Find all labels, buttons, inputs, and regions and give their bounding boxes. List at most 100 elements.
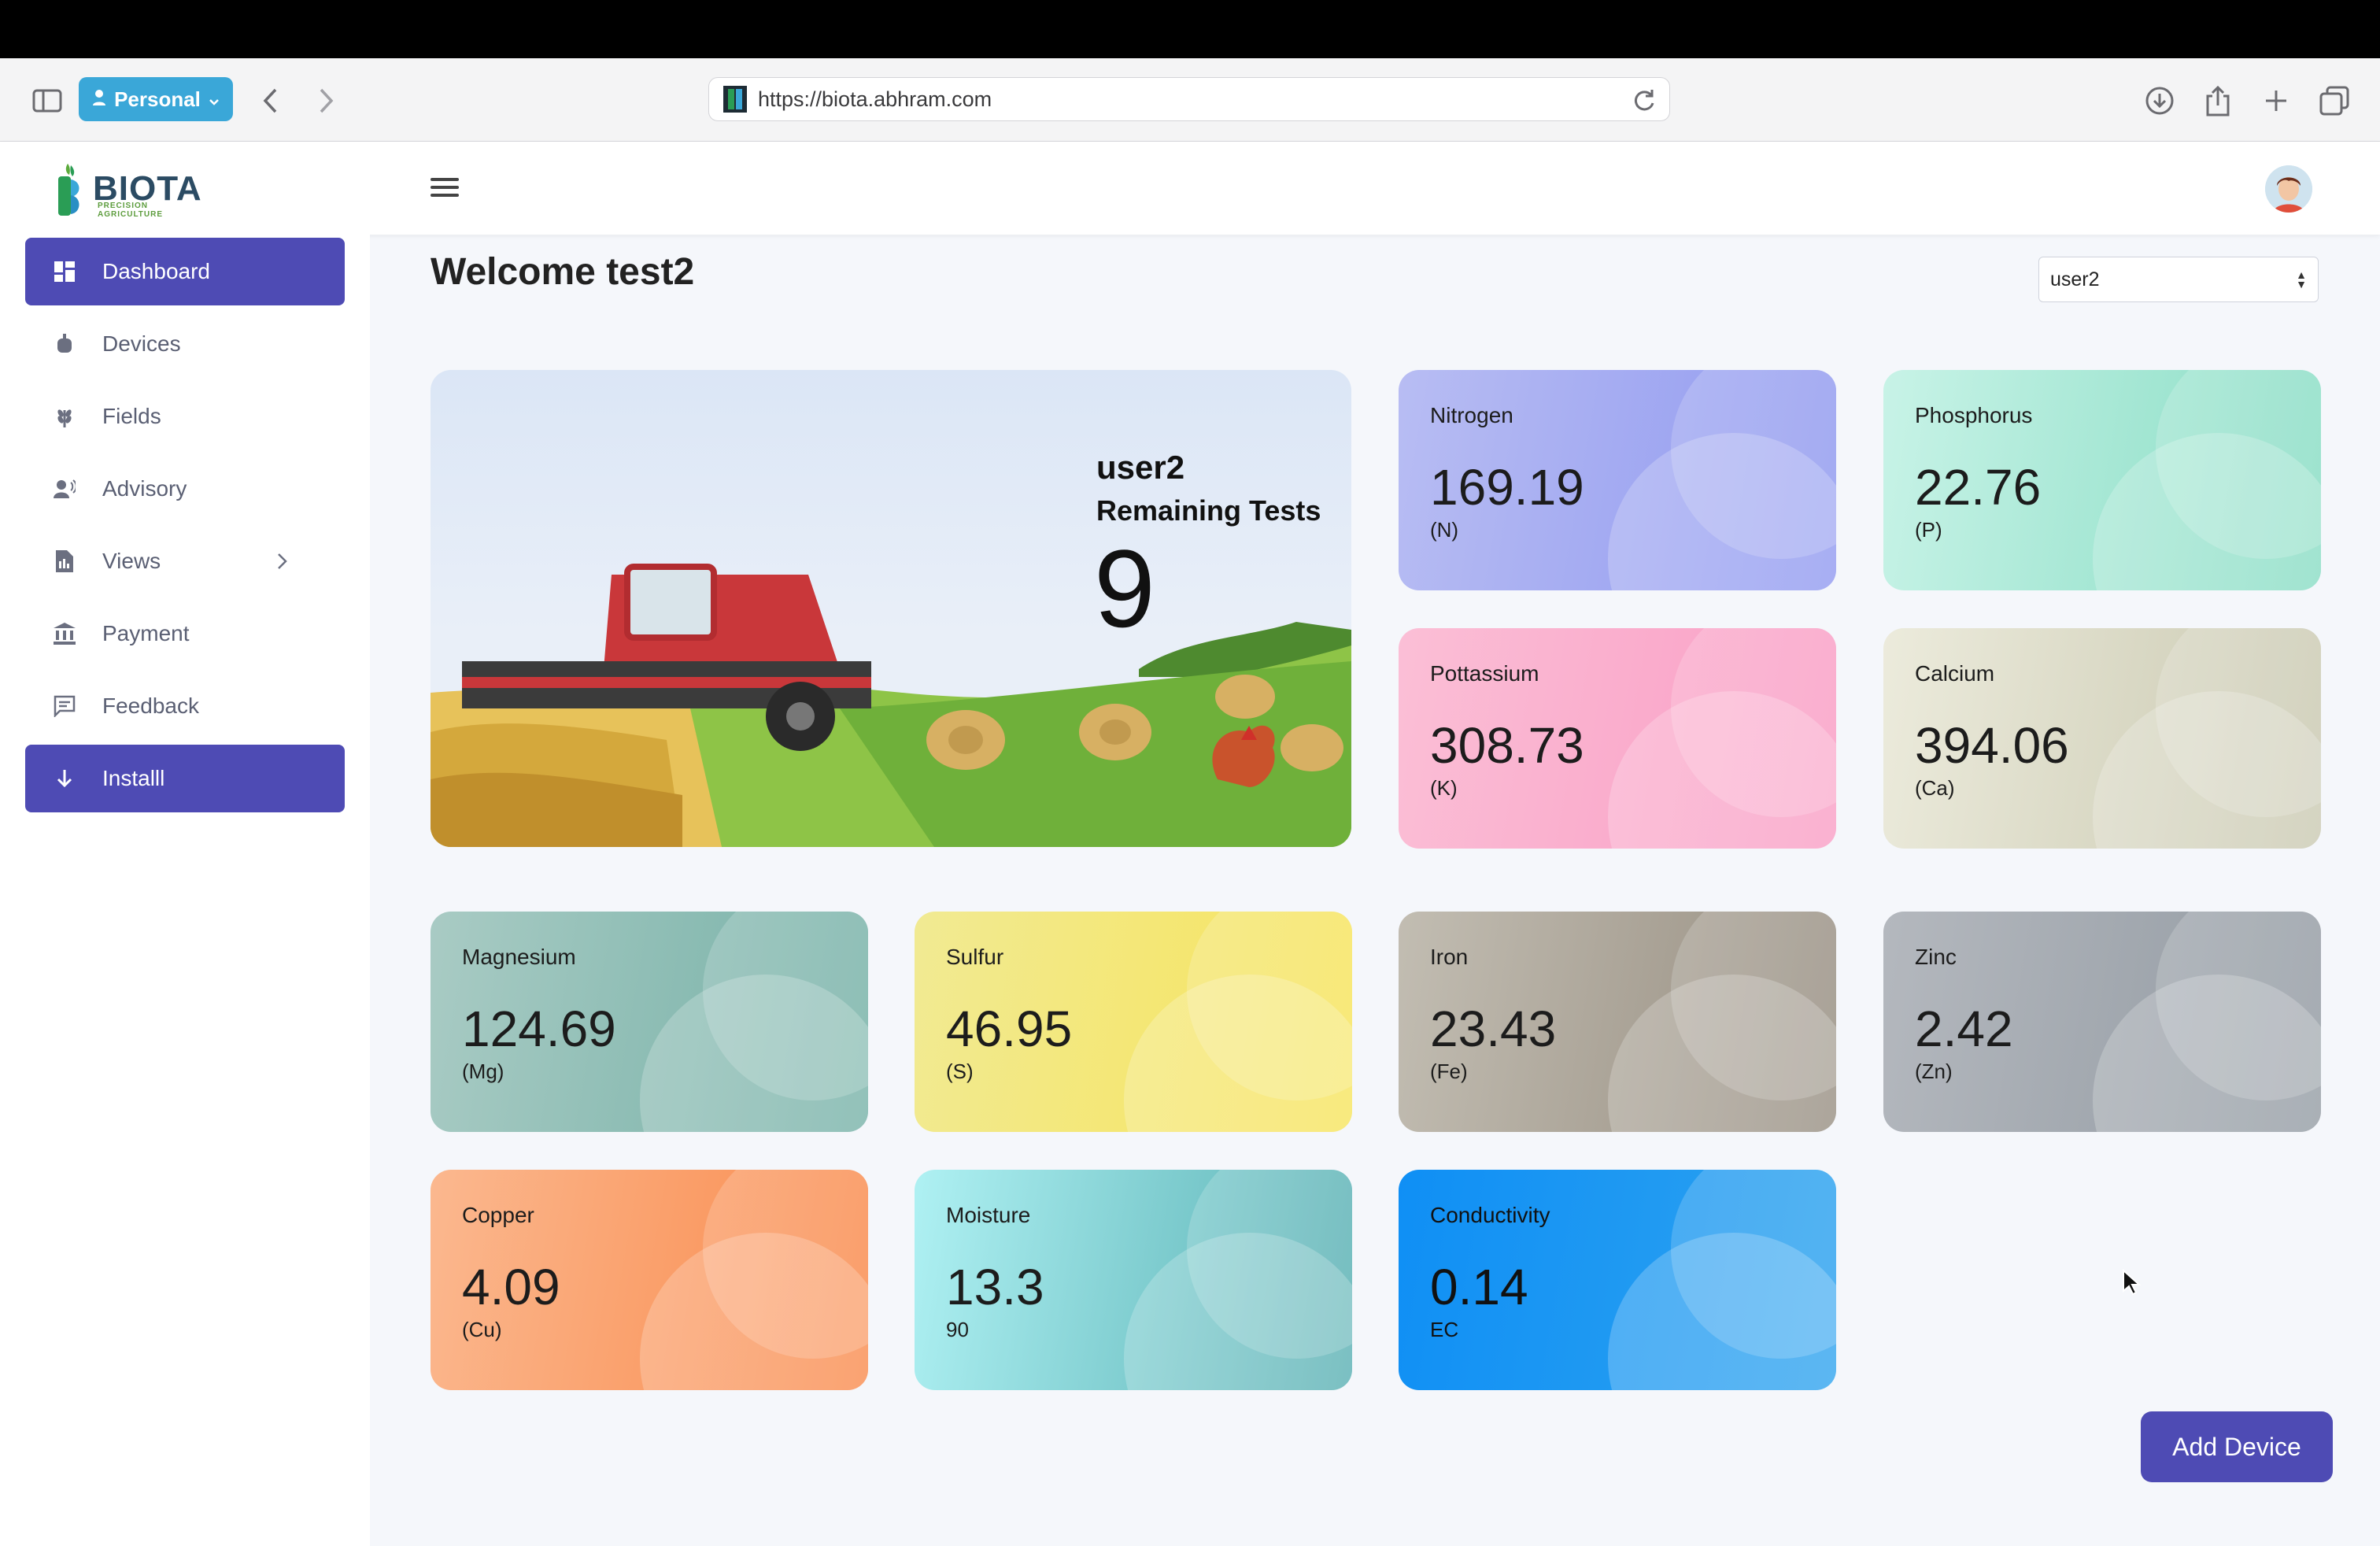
card-label: Copper — [462, 1203, 534, 1227]
profile-button[interactable]: Personal — [79, 77, 233, 121]
app-header: BIOTA PRECISION AGRICULTURE — [0, 142, 2380, 235]
sidebar-item-label: Fields — [102, 404, 161, 428]
card-unit: EC — [1430, 1318, 1459, 1341]
card-label: Pottassium — [1430, 661, 1539, 686]
biota-logo[interactable]: BIOTA PRECISION AGRICULTURE — [54, 161, 202, 219]
card-unit: 90 — [946, 1318, 969, 1341]
sidebar-toggle-icon[interactable] — [30, 83, 65, 118]
sidebar-item-dashboard[interactable]: Dashboard — [25, 238, 345, 305]
reload-icon[interactable] — [1630, 86, 1658, 114]
copper-card[interactable]: Copper 4.09 (Cu) — [431, 1170, 868, 1390]
remaining-tests-label: Remaining Tests — [1096, 494, 1321, 527]
card-value: 308.73 — [1430, 717, 1584, 774]
bank-icon — [54, 623, 76, 645]
sulfur-card[interactable]: Sulfur 46.95 (S) — [915, 912, 1352, 1132]
back-icon[interactable] — [253, 83, 288, 118]
potassium-card[interactable]: Pottassium 308.73 (K) — [1399, 628, 1836, 849]
card-label: Magnesium — [462, 945, 576, 969]
sidebar-item-fields[interactable]: Fields — [25, 383, 345, 450]
user-select[interactable]: user2 ▲ ▼ — [2038, 257, 2319, 302]
forward-icon[interactable] — [309, 83, 343, 118]
card-label: Nitrogen — [1430, 403, 1513, 427]
card-unit: (Mg) — [462, 1060, 504, 1083]
sidebar-item-advisory[interactable]: Advisory — [25, 455, 345, 523]
iron-card[interactable]: Iron 23.43 (Fe) — [1399, 912, 1836, 1132]
nitrogen-card[interactable]: Nitrogen 169.19 (N) — [1399, 370, 1836, 590]
sidebar-item-label: Dashboard — [102, 259, 210, 283]
add-device-button[interactable]: Add Device — [2141, 1411, 2333, 1482]
card-label: Conductivity — [1430, 1203, 1550, 1227]
card-unit: (N) — [1430, 518, 1459, 542]
advisory-icon — [54, 478, 76, 500]
system-menu-bar — [0, 0, 2380, 58]
card-unit: (Cu) — [462, 1318, 502, 1341]
user-avatar[interactable] — [2265, 165, 2312, 213]
page-title: Welcome test2 — [431, 251, 695, 293]
card-value: 169.19 — [1430, 459, 1584, 516]
card-unit: (S) — [946, 1060, 974, 1083]
feedback-icon — [54, 695, 76, 717]
card-label: Moisture — [946, 1203, 1031, 1227]
card-label: Phosphorus — [1915, 403, 2033, 427]
logo-subtitle: PRECISION AGRICULTURE — [98, 202, 164, 219]
card-value: 124.69 — [462, 1000, 616, 1057]
sidebar-item-label: Advisory — [102, 476, 187, 501]
sidebar-item-label: Views — [102, 549, 161, 573]
moisture-card[interactable]: Moisture 13.3 90 — [915, 1170, 1352, 1390]
site-favicon-icon — [723, 86, 747, 113]
sidebar-item-label: Installl — [102, 766, 165, 790]
card-value: 46.95 — [946, 1000, 1073, 1057]
views-icon — [54, 550, 76, 572]
chevron-down-icon — [209, 87, 220, 112]
card-unit: (K) — [1430, 776, 1458, 800]
wheat-icon — [54, 405, 76, 427]
leaf-icon — [58, 164, 79, 216]
card-value: 22.76 — [1915, 459, 2042, 516]
card-label: Calcium — [1915, 661, 1995, 686]
tab-overview-icon[interactable] — [2317, 83, 2352, 118]
hero-username: user2 — [1096, 449, 1185, 486]
card-value: 0.14 — [1430, 1259, 1528, 1315]
url-text: https://biota.abhram.com — [758, 87, 992, 111]
magnesium-card[interactable]: Magnesium 124.69 (Mg) — [431, 912, 868, 1132]
conductivity-card[interactable]: Conductivity 0.14 EC — [1399, 1170, 1836, 1390]
address-bar[interactable]: https://biota.abhram.com — [708, 77, 1670, 121]
card-value: 23.43 — [1430, 1000, 1557, 1057]
card-label: Sulfur — [946, 945, 1004, 969]
card-unit: (P) — [1915, 518, 1942, 542]
sidebar-item-views[interactable]: Views — [25, 527, 345, 595]
share-icon[interactable] — [2201, 83, 2235, 118]
device-icon — [54, 333, 76, 355]
card-unit: (Ca) — [1915, 776, 1955, 800]
sidebar-item-install[interactable]: Installl — [25, 745, 345, 812]
mouse-cursor-icon — [2122, 1268, 2142, 1300]
sidebar-item-feedback[interactable]: Feedback — [25, 672, 345, 740]
card-unit: (Fe) — [1430, 1060, 1468, 1083]
card-value: 2.42 — [1915, 1000, 2013, 1057]
arrow-down-icon — [54, 767, 76, 790]
sidebar-item-devices[interactable]: Devices — [25, 310, 345, 378]
sidebar-item-label: Feedback — [102, 693, 199, 718]
chevron-right-icon — [269, 548, 296, 575]
menu-toggle-icon[interactable] — [429, 173, 460, 202]
zinc-card[interactable]: Zinc 2.42 (Zn) — [1883, 912, 2321, 1132]
sidebar-item-payment[interactable]: Payment — [25, 600, 345, 668]
card-label: Zinc — [1915, 945, 1957, 969]
card-value: 13.3 — [946, 1259, 1044, 1315]
remaining-tests-count: 9 — [1094, 527, 1155, 650]
sidebar-item-label: Devices — [102, 331, 181, 356]
download-icon[interactable] — [2142, 83, 2177, 118]
person-icon — [92, 87, 106, 112]
card-unit: (Zn) — [1915, 1060, 1953, 1083]
phosphorus-card[interactable]: Phosphorus 22.76 (P) — [1883, 370, 2321, 590]
card-label: Iron — [1430, 945, 1469, 969]
new-tab-icon[interactable] — [2259, 83, 2293, 118]
calcium-card[interactable]: Calcium 394.06 (Ca) — [1883, 628, 2321, 849]
dashboard-icon — [54, 261, 76, 283]
profile-label: Personal — [114, 87, 201, 111]
select-arrows-icon: ▲ ▼ — [2296, 268, 2307, 290]
sidebar: Dashboard Devices Fields Advisory Views … — [0, 235, 370, 1546]
browser-toolbar: Personal https://biota.abhram.com — [0, 58, 2380, 142]
remaining-tests-card: user2 Remaining Tests 9 — [431, 370, 1351, 847]
sidebar-item-label: Payment — [102, 621, 190, 645]
